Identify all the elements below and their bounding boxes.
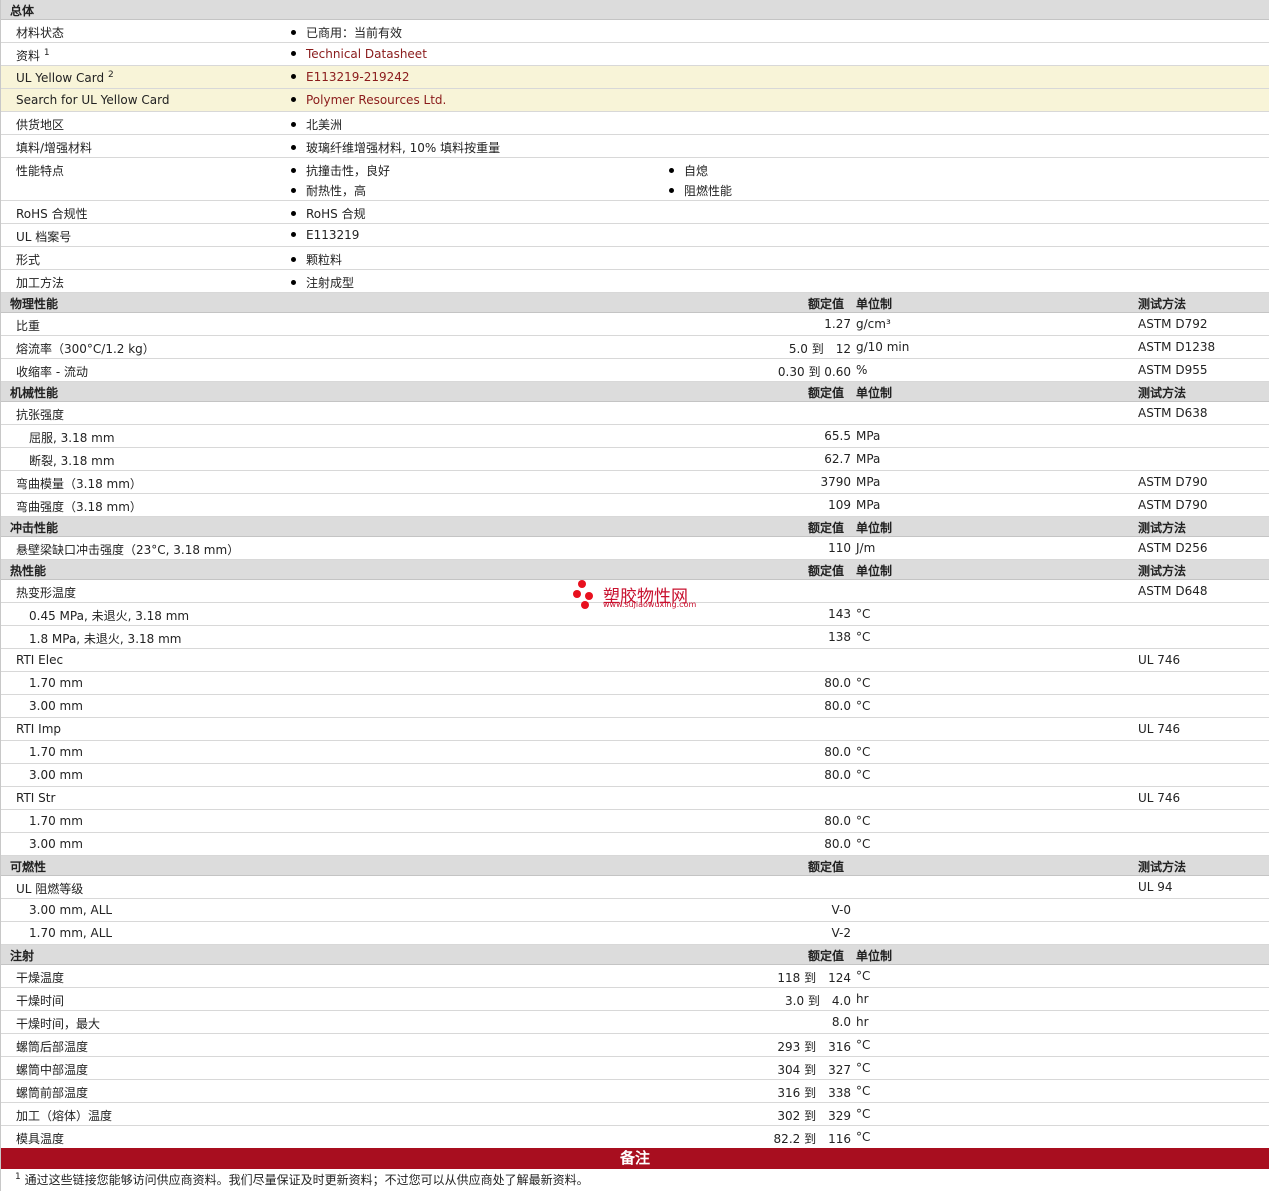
table-row: UL 阻燃等级 UL 94	[1, 876, 1269, 899]
table-row: 3.00 mm 80.0 °C	[1, 764, 1269, 787]
logo-dot-icon	[581, 601, 589, 609]
table-row: 干燥时间 3.0 到 4.0 hr	[1, 988, 1269, 1011]
section-injection: 注射 额定值 单位制	[1, 945, 1269, 965]
section-thermal: 热性能 额定值 单位制 测试方法	[1, 560, 1269, 580]
logo-dot-icon	[585, 592, 593, 600]
table-row: 加工（熔体）温度 302 到 329 °C	[1, 1103, 1269, 1126]
table-row: 1.70 mm 80.0 °C	[1, 672, 1269, 695]
row-filler: 填料/增强材料 玻璃纤维增强材料, 10% 填料按重量	[1, 135, 1269, 158]
row-form: 形式 颗粒料	[1, 247, 1269, 270]
notes-header: 备注	[1, 1148, 1269, 1169]
footnote: 1 通过这些链接您能够访问供应商资料。我们尽量保证及时更新资料；不过您可以从供应…	[15, 1172, 589, 1187]
row-rohs: RoHS 合规性 RoHS 合规	[1, 201, 1269, 224]
row-processing: 加工方法 注射成型	[1, 270, 1269, 293]
section-flammability: 可燃性 额定值 测试方法	[1, 856, 1269, 876]
table-row: 1.8 MPa, 未退火, 3.18 mm 138 °C	[1, 626, 1269, 649]
logo-dot-icon	[578, 580, 586, 588]
row-docs: 资料 1 Technical Datasheet	[1, 43, 1269, 66]
table-row: 螺筒中部温度 304 到 327 °C	[1, 1057, 1269, 1080]
row-ul-file: UL 档案号 E113219	[1, 224, 1269, 247]
table-row: 3.00 mm 80.0 °C	[1, 695, 1269, 718]
row-features: 性能特点 抗撞击性，良好 自熄 耐热性，高 阻燃性能	[1, 158, 1269, 201]
table-row: RTI Imp UL 746	[1, 718, 1269, 741]
table-row: 3.00 mm, ALL V-0	[1, 899, 1269, 922]
ul-yellow-card-link[interactable]: E113219-219242	[306, 70, 410, 84]
logo-dot-icon	[573, 590, 581, 598]
supplier-link[interactable]: Polymer Resources Ltd.	[306, 93, 446, 107]
row-search-ul: Search for UL Yellow Card Polymer Resour…	[1, 89, 1269, 112]
table-row: 悬壁梁缺口冲击强度（23°C, 3.18 mm） 110 J/m ASTM D2…	[1, 537, 1269, 560]
watermark-url: www.sujiaowuxing.com	[603, 600, 697, 609]
table-row: 断裂, 3.18 mm 62.7 MPa	[1, 448, 1269, 471]
section-physical: 物理性能 额定值 单位制 测试方法	[1, 293, 1269, 313]
table-row: 弯曲强度（3.18 mm） 109 MPa ASTM D790	[1, 494, 1269, 517]
datasheet: 总体 材料状态 已商用：当前有效 资料 1 Technical Datashee…	[0, 0, 1269, 1191]
table-row: 干燥温度 118 到 124 °C	[1, 965, 1269, 988]
table-row: RTI Elec UL 746	[1, 649, 1269, 672]
table-row: 螺筒前部温度 316 到 338 °C	[1, 1080, 1269, 1103]
row-ul-yellow-card: UL Yellow Card 2 E113219-219242	[1, 66, 1269, 89]
table-row: RTI Str UL 746	[1, 787, 1269, 810]
row-region: 供货地区 北美洲	[1, 112, 1269, 135]
row-status: 材料状态 已商用：当前有效	[1, 20, 1269, 43]
table-row: 3.00 mm 80.0 °C	[1, 833, 1269, 856]
table-row: 模具温度 82.2 到 116 °C	[1, 1126, 1269, 1148]
section-impact: 冲击性能 额定值 单位制 测试方法	[1, 517, 1269, 537]
table-row: 抗张强度 ASTM D638	[1, 402, 1269, 425]
table-row: 弯曲模量（3.18 mm） 3790 MPa ASTM D790	[1, 471, 1269, 494]
table-row: 比重 1.27 g/cm³ ASTM D792	[1, 313, 1269, 336]
table-row: 熔流率（300°C/1.2 kg） 5.0 到 12 g/10 min ASTM…	[1, 336, 1269, 359]
table-row: 1.70 mm 80.0 °C	[1, 741, 1269, 764]
table-row: 螺筒后部温度 293 到 316 °C	[1, 1034, 1269, 1057]
table-row: 收缩率 - 流动 0.30 到 0.60 % ASTM D955	[1, 359, 1269, 382]
technical-datasheet-link[interactable]: Technical Datasheet	[306, 47, 427, 61]
table-row: 屈服, 3.18 mm 65.5 MPa	[1, 425, 1269, 448]
section-title: 总体	[10, 4, 35, 18]
table-row: 1.70 mm, ALL V-2	[1, 922, 1269, 945]
table-row: 1.70 mm 80.0 °C	[1, 810, 1269, 833]
section-mechanical: 机械性能 额定值 单位制 测试方法	[1, 382, 1269, 402]
table-row: 干燥时间，最大 8.0 hr	[1, 1011, 1269, 1034]
section-general: 总体	[1, 0, 1269, 20]
